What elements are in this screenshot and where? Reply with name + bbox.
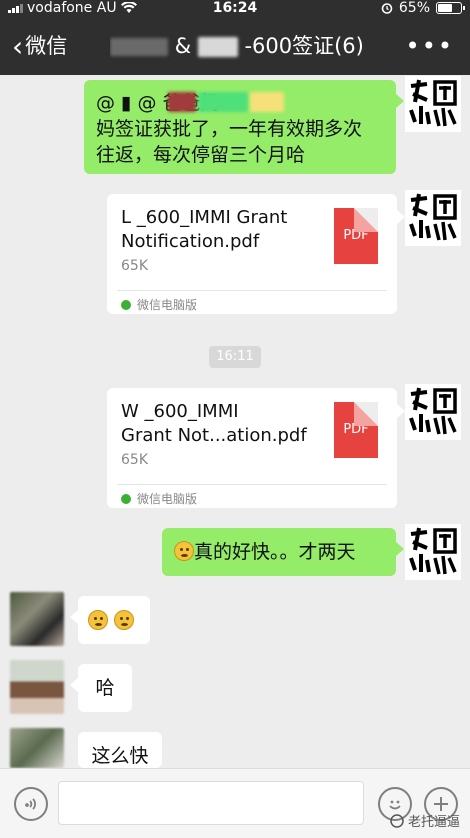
calligraphy-avatar-icon [409,527,457,575]
redacted-name [110,38,168,56]
watermark: 老托逼逼 [390,811,460,830]
calligraphy-avatar-icon [409,387,457,435]
calligraphy-avatar-icon [409,79,457,127]
more-icon[interactable]: ••• [406,18,454,75]
message-bubble-incoming[interactable]: 哈 [70,664,132,712]
battery-icon [436,2,465,14]
avatar[interactable] [10,592,64,646]
avatar[interactable] [405,384,461,440]
message-bubble-incoming[interactable]: 这么快 [78,732,162,768]
status-right: 65% [381,0,465,16]
wechat-icon [121,493,131,504]
shocked-emoji-icon [88,610,108,630]
avatar[interactable] [405,76,461,132]
file-name: W _600_IMMI Grant Not...ation.pdf [121,401,307,446]
status-bar: vodafone AU 16:24 65% [0,0,470,18]
timestamp: 16:11 [209,346,261,368]
voice-input-button[interactable] [14,787,48,821]
battery-percent: 65% [398,0,430,16]
message-bubble-outgoing[interactable]: 真的好快。。才两天 [162,528,404,576]
message-text: 真的好快。。才两天 [194,541,356,563]
pdf-icon: PDF [334,402,378,458]
pdf-icon: PDF [334,208,378,264]
redacted-mention [168,92,196,112]
message-bubble-incoming[interactable] [70,596,150,644]
file-name: L _600_IMMI Grant Notification.pdf [121,207,288,252]
avatar[interactable] [405,190,461,246]
alarm-icon [381,3,393,14]
file-size: 65K [121,258,148,274]
calligraphy-avatar-icon [409,193,457,241]
file-size: 65K [121,452,148,468]
message-line: 往返，每次停留三个月哈 [96,144,306,166]
avatar[interactable] [10,660,64,714]
input-bar: 老托逼逼 [0,768,470,838]
title-prefix: & [174,34,192,58]
redacted-name [197,37,238,57]
file-source: 微信电脑版 [121,296,197,313]
divider [117,484,387,485]
wechat-icon [121,299,131,310]
back-label: 微信 [25,34,68,58]
voice-icon [25,798,36,810]
back-button[interactable]: ‹ 微信 [12,18,67,75]
avatar[interactable] [405,524,461,580]
avatar[interactable] [10,728,64,768]
message-line: 妈签证获批了，一年有效期多次 [96,118,363,140]
file-message[interactable]: L _600_IMMI Grant Notification.pdf 65K P… [107,194,405,314]
message-text: 哈 [95,677,115,699]
redacted-mention [198,92,248,112]
chevron-left-icon: ‹ [12,30,24,63]
message-text: 这么快 [91,745,149,767]
file-source: 微信电脑版 [121,490,197,507]
message-input[interactable] [58,781,364,825]
file-message[interactable]: W _600_IMMI Grant Not...ation.pdf 65K PD… [107,388,405,508]
chat-header: ‹ 微信 & -600签证(6) ••• [0,18,470,75]
redacted-mention [250,92,284,112]
chat-title: & -600签证(6) [110,18,410,75]
title-suffix: -600签证(6) [244,34,364,58]
smirk-emoji-icon [174,541,194,561]
shocked-emoji-icon [114,610,135,630]
divider [117,290,387,291]
wechat-official-icon [390,813,404,828]
